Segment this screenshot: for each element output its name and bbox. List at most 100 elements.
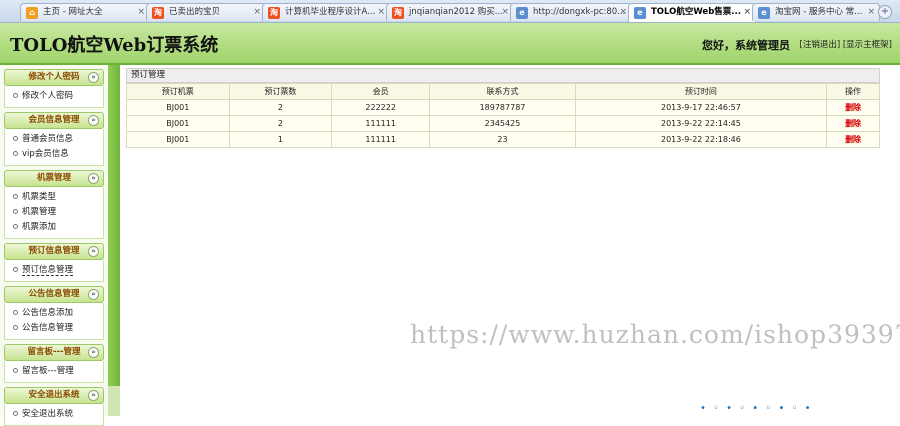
sidebar-section-messages: 留言板---管理 » 留言板---管理 (4, 344, 104, 383)
sidebar-item-ticket-manage[interactable]: 机票管理 (5, 205, 103, 220)
cell-time: 2013-9-22 22:18:46 (574, 131, 828, 148)
table-row: BJ001 1 111111 23 2013-9-22 22:18:46 删除 (126, 131, 880, 148)
cell-action: 删除 (826, 99, 880, 116)
delete-link[interactable]: 删除 (845, 103, 861, 112)
collapse-icon[interactable]: » (88, 347, 99, 358)
sidebar-item-message-manage[interactable]: 留言板---管理 (5, 364, 103, 379)
sidebar-section-header[interactable]: 预订信息管理 » (4, 243, 104, 260)
sidebar-section-header[interactable]: 留言板---管理 » (4, 344, 104, 361)
logout-link[interactable]: [注销退出] (800, 40, 841, 50)
page-icon: e (516, 7, 528, 19)
sidebar-item-notice-manage[interactable]: 公告信息管理 (5, 321, 103, 336)
bullet-icon (13, 93, 18, 98)
cell-contact: 23 (429, 131, 576, 148)
status-indicator-icon: • ◦ • ◦ • ◦ • ◦ • (700, 403, 813, 414)
browser-tab-5[interactable]: e http://dongxk-pc:80... × (510, 3, 632, 21)
browser-tab-bar: ⌂ 主页 - 网址大全 × 淘 已卖出的宝贝 × 淘 计算机毕业程序设计A...… (0, 0, 900, 23)
collapse-icon[interactable]: » (88, 390, 99, 401)
cell-contact: 189787787 (429, 99, 576, 116)
home-icon: ⌂ (26, 7, 38, 19)
sidebar-section-password: 修改个人密码 » 修改个人密码 (4, 69, 104, 108)
sidebar-item-logout[interactable]: 安全退出系统 (5, 407, 103, 422)
delete-link[interactable]: 删除 (845, 119, 861, 128)
sidebar-section-members: 会员信息管理 » 普通会员信息 vip会员信息 (4, 112, 104, 166)
sidebar-section-header[interactable]: 修改个人密码 » (4, 69, 104, 86)
sidebar-item-ticket-types[interactable]: 机票类型 (5, 190, 103, 205)
sidebar-section-tickets: 机票管理 » 机票类型 机票管理 机票添加 (4, 170, 104, 239)
delete-link[interactable]: 删除 (845, 135, 861, 144)
bullet-icon (13, 136, 18, 141)
collapse-icon[interactable]: » (88, 289, 99, 300)
sidebar-splitter-bottom (108, 386, 120, 416)
cell-count: 2 (228, 99, 333, 116)
table-row: BJ001 2 111111 2345425 2013-9-22 22:14:4… (126, 115, 880, 132)
cell-contact: 2345425 (429, 115, 576, 132)
sidebar-item-ticket-add[interactable]: 机票添加 (5, 220, 103, 235)
browser-tab-1[interactable]: ⌂ 主页 - 网址大全 × (20, 3, 150, 21)
close-icon[interactable]: × (377, 4, 385, 21)
home-frame-link[interactable]: [显示主框架] (843, 40, 892, 50)
sidebar-section-header[interactable]: 会员信息管理 » (4, 112, 104, 129)
close-icon[interactable]: × (619, 4, 627, 21)
cell-member: 222222 (331, 99, 431, 116)
browser-tab-7[interactable]: e 淘宝网 - 服务中心 常... × (752, 3, 880, 21)
column-header: 操作 (826, 83, 880, 100)
booking-table: 预订机票 预订票数 会员 联系方式 预订时间 操作 BJ001 2 222222… (126, 83, 880, 148)
panel-title: 预订管理 (126, 68, 880, 83)
column-header: 会员 (331, 83, 431, 100)
collapse-icon[interactable]: » (88, 115, 99, 126)
cell-member: 111111 (331, 115, 431, 132)
page-icon: e (758, 7, 770, 19)
sidebar: 修改个人密码 » 修改个人密码 会员信息管理 » 普通会员信息 vip会员信息 … (0, 65, 109, 426)
cell-action: 删除 (826, 115, 880, 132)
collapse-icon[interactable]: » (88, 72, 99, 83)
collapse-icon[interactable]: » (88, 246, 99, 257)
column-header: 预订票数 (228, 83, 333, 100)
sidebar-section-header[interactable]: 公告信息管理 » (4, 286, 104, 303)
column-header: 联系方式 (429, 83, 576, 100)
bullet-icon (13, 267, 18, 272)
table-row: BJ001 2 222222 189787787 2013-9-17 22:46… (126, 99, 880, 116)
cell-time: 2013-9-17 22:46:57 (574, 99, 828, 116)
sidebar-item-regular-members[interactable]: 普通会员信息 (5, 132, 103, 147)
taobao-icon: 淘 (152, 7, 164, 19)
close-icon[interactable]: × (253, 4, 261, 21)
cell-time: 2013-9-22 22:14:45 (574, 115, 828, 132)
close-icon[interactable]: × (137, 4, 145, 21)
bullet-icon (13, 151, 18, 156)
sidebar-item-notice-add[interactable]: 公告信息添加 (5, 306, 103, 321)
browser-tab-4[interactable]: 淘 jnqianqian2012 购买... × (386, 3, 514, 21)
close-icon[interactable]: × (501, 4, 509, 21)
new-tab-icon[interactable]: + (878, 5, 892, 19)
sidebar-item-vip-members[interactable]: vip会员信息 (5, 147, 103, 162)
browser-tab-3[interactable]: 淘 计算机毕业程序设计A... × (262, 3, 390, 21)
taobao-icon: 淘 (268, 7, 280, 19)
sidebar-item-change-password[interactable]: 修改个人密码 (5, 89, 103, 104)
sidebar-section-logout: 安全退出系统 » 安全退出系统 (4, 387, 104, 426)
tab-label: 淘宝网 - 服务中心 常... (775, 7, 863, 17)
collapse-icon[interactable]: » (88, 173, 99, 184)
browser-tab-6[interactable]: e TOLO航空Web售票... × (628, 3, 756, 22)
taobao-icon: 淘 (392, 7, 404, 19)
sidebar-section-notices: 公告信息管理 » 公告信息添加 公告信息管理 (4, 286, 104, 340)
user-greeting: 您好，系统管理员 (702, 39, 790, 52)
cell-action: 删除 (826, 131, 880, 148)
close-icon[interactable]: × (743, 4, 751, 21)
cell-ticket: BJ001 (126, 131, 230, 148)
sidebar-item-booking-manage[interactable]: 预订信息管理 (5, 263, 103, 278)
cell-count: 2 (228, 115, 333, 132)
sidebar-splitter[interactable] (108, 65, 120, 386)
watermark-text: https://www.huzhan.com/ishop39397 (410, 320, 900, 349)
column-header: 预订时间 (574, 83, 828, 100)
cell-ticket: BJ001 (126, 99, 230, 116)
sidebar-section-header[interactable]: 机票管理 » (4, 170, 104, 187)
browser-tab-2[interactable]: 淘 已卖出的宝贝 × (146, 3, 266, 21)
sidebar-section-header[interactable]: 安全退出系统 » (4, 387, 104, 404)
tab-label: TOLO航空Web售票... (651, 7, 741, 17)
page-icon: e (634, 7, 646, 19)
column-header: 预订机票 (126, 83, 230, 100)
cell-ticket: BJ001 (126, 115, 230, 132)
close-icon[interactable]: × (867, 4, 875, 21)
cell-member: 111111 (331, 131, 431, 148)
tab-label: http://dongxk-pc:80... (533, 7, 626, 17)
